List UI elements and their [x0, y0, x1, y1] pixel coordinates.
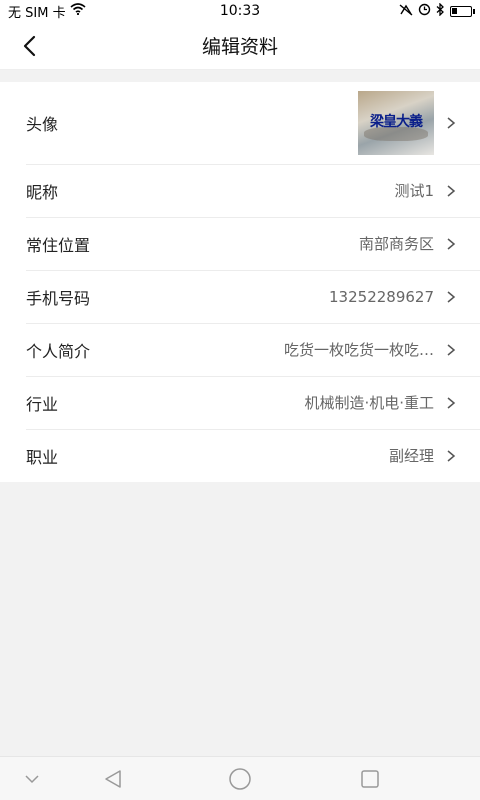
chevron-right-icon — [447, 343, 456, 356]
system-nav-bar — [0, 756, 480, 800]
phone-label: 手机号码 — [26, 288, 91, 308]
header-bar: 编辑资料 — [0, 22, 480, 70]
avatar-image-text: 梁皇大義 — [370, 114, 423, 130]
chevron-right-icon — [447, 290, 456, 303]
bluetooth-icon — [436, 2, 445, 19]
avatar-image[interactable]: 梁皇大義 — [358, 91, 434, 155]
wifi-icon — [70, 3, 86, 19]
avatar-row[interactable]: 头像 梁皇大義 — [0, 82, 480, 164]
phone-row[interactable]: 手机号码 13252289627 — [0, 270, 480, 323]
occupation-value: 副经理 — [388, 447, 434, 465]
collapse-down-icon[interactable] — [19, 767, 45, 791]
phone-value: 13252289627 — [329, 287, 434, 306]
occupation-row[interactable]: 职业 副经理 — [0, 429, 480, 482]
bio-value: 吃货一枚吃货一枚吃… — [283, 341, 434, 359]
back-arrow-icon — [23, 35, 36, 57]
alarm-icon — [418, 3, 431, 19]
industry-label: 行业 — [26, 394, 59, 414]
nickname-label: 昵称 — [26, 182, 59, 202]
industry-value: 机械制造·机电·重工 — [304, 394, 434, 412]
location-label: 常住位置 — [26, 235, 91, 255]
status-bar: 无 SIM 卡 10:33 — [0, 0, 480, 22]
bio-label: 个人简介 — [26, 341, 91, 361]
chevron-right-icon — [447, 396, 456, 409]
back-triangle-icon[interactable] — [100, 767, 126, 791]
home-circle-icon[interactable] — [227, 767, 253, 791]
chevron-right-icon — [447, 117, 456, 129]
profile-list: 头像 梁皇大義 昵称 测试1 常住位置 南部商务区 手机号码 132522896… — [0, 82, 480, 482]
back-button[interactable] — [14, 31, 44, 61]
recents-square-icon[interactable] — [357, 767, 383, 791]
location-row[interactable]: 常住位置 南部商务区 — [0, 217, 480, 270]
battery-icon — [450, 5, 475, 17]
chevron-right-icon — [447, 237, 456, 250]
carrier-label: 无 SIM 卡 — [8, 5, 66, 21]
chevron-right-icon — [447, 184, 456, 197]
bio-row[interactable]: 个人简介 吃货一枚吃货一枚吃… — [0, 323, 480, 376]
nickname-value: 测试1 — [394, 182, 434, 200]
industry-row[interactable]: 行业 机械制造·机电·重工 — [0, 376, 480, 429]
page-title: 编辑资料 — [201, 36, 278, 58]
signal-off-icon — [399, 3, 413, 19]
location-value: 南部商务区 — [358, 235, 434, 253]
nickname-row[interactable]: 昵称 测试1 — [0, 164, 480, 217]
occupation-label: 职业 — [26, 447, 59, 467]
chevron-right-icon — [447, 449, 456, 462]
avatar-label: 头像 — [26, 115, 59, 134]
